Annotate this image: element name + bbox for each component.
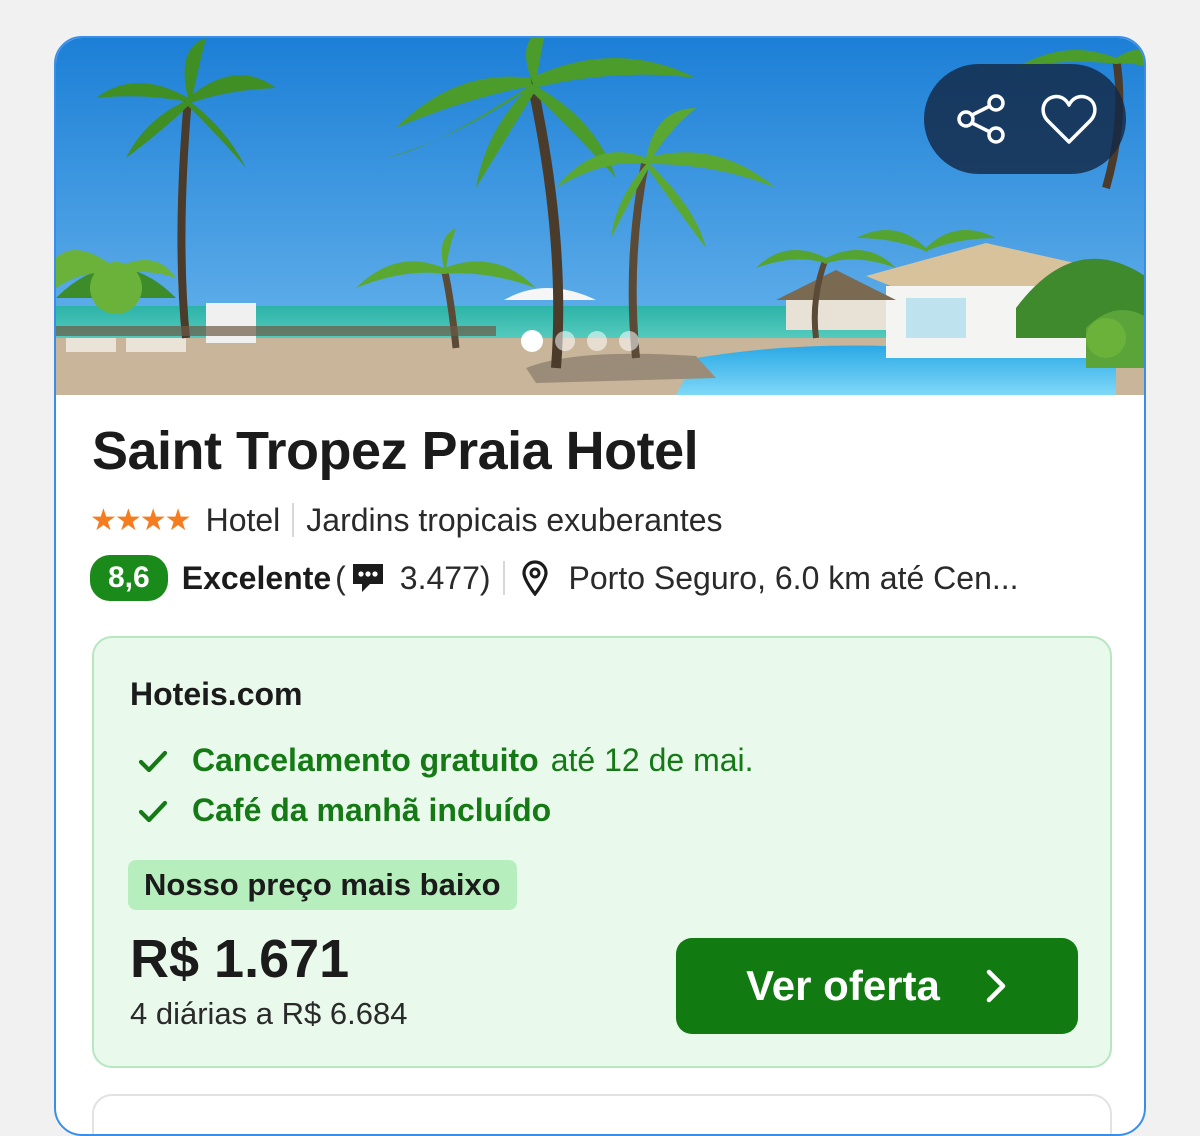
gallery-dot[interactable] <box>619 331 639 351</box>
feature-label: Café da manhã incluído <box>192 792 552 828</box>
feature-free-cancellation: Cancelamento gratuito até 12 de mai. <box>136 742 754 779</box>
view-offer-label: Ver oferta <box>746 962 940 1009</box>
gallery-dot[interactable] <box>521 330 543 352</box>
price: R$ 1.671 <box>130 929 350 989</box>
gallery-dot[interactable] <box>555 331 575 351</box>
offer-provider: Hoteis.com <box>130 676 303 712</box>
hotel-name[interactable]: Saint Tropez Praia Hotel <box>92 420 699 482</box>
feature-label: Cancelamento gratuito <box>192 742 539 778</box>
next-offer-box[interactable] <box>92 1094 1112 1134</box>
hotel-meta: ★★★★ Hotel Jardins tropicais exuberantes <box>90 500 723 540</box>
offer-box[interactable]: Hoteis.com Cancelamento gratuito até 12 … <box>92 636 1112 1068</box>
view-offer-button[interactable]: Ver oferta <box>676 938 1078 1034</box>
gallery-dots <box>521 330 639 352</box>
check-icon <box>136 744 170 778</box>
review-count[interactable]: 3.477) <box>400 560 491 597</box>
hotel-highlight: Jardins tropicais exuberantes <box>306 501 723 538</box>
share-icon[interactable] <box>950 87 1014 151</box>
location-pin-icon <box>521 560 549 596</box>
open-paren: ( <box>335 559 346 596</box>
lowest-price-badge: Nosso preço mais baixo <box>128 860 517 910</box>
divider <box>292 503 295 537</box>
score-badge: 8,6 <box>90 555 168 601</box>
hotel-type: Hotel <box>205 501 281 538</box>
total-price: 4 diárias a R$ 6.684 <box>130 996 408 1031</box>
hotel-photo[interactable] <box>56 38 1144 395</box>
feature-detail: até 12 de mai. <box>550 742 754 778</box>
star-rating: ★★★★ <box>90 503 192 537</box>
check-icon <box>136 794 170 828</box>
hotel-card[interactable]: Saint Tropez Praia Hotel ★★★★ Hotel Jard… <box>54 36 1146 1136</box>
reviews-icon <box>350 560 386 596</box>
chevron-right-icon <box>984 967 1008 1005</box>
gallery-dot[interactable] <box>587 331 607 351</box>
divider <box>502 561 505 595</box>
heart-icon[interactable] <box>1037 87 1101 151</box>
photo-actions <box>924 64 1126 174</box>
feature-breakfast: Café da manhã incluído <box>136 792 563 829</box>
hotel-location[interactable]: Porto Seguro, 6.0 km até Cen... <box>569 560 1019 597</box>
rating-label: Excelente <box>181 559 332 596</box>
rating-row: 8,6 Excelente ( 3.477) Porto Seguro, 6.0… <box>90 554 1130 602</box>
